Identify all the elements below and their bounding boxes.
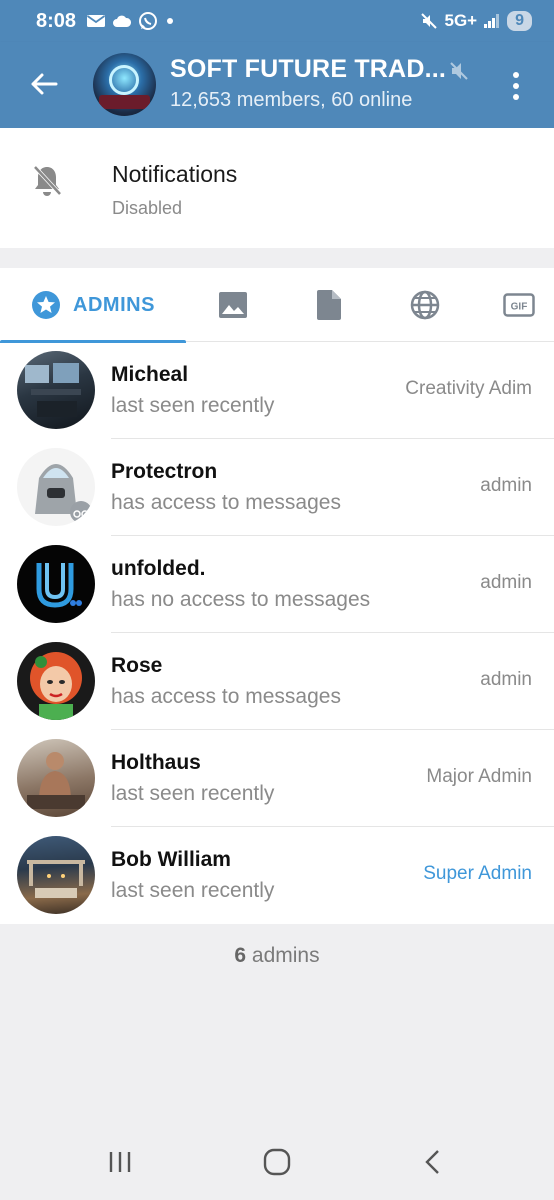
home-button[interactable] [257,1146,297,1178]
admin-row[interactable]: Rose has access to messages admin [0,633,554,730]
group-avatar[interactable] [93,53,156,116]
avatar [17,739,95,817]
tab-media[interactable] [200,268,266,342]
avatar [17,545,95,623]
tab-links[interactable] [392,268,458,342]
status-time: 8:08 [36,9,77,32]
shared-content-card: ADMINS GIF Micheal last seen recently Cr… [0,268,554,924]
admin-status: last seen recently [111,394,275,417]
group-title[interactable]: SOFT FUTURE TRAD... [170,55,446,84]
group-member-count: 12,653 members, 60 online [170,89,413,111]
recent-apps-button[interactable] [100,1146,140,1178]
mute-status-icon [421,13,438,29]
signal-icon [484,14,500,28]
admin-name: unfolded. [111,557,206,580]
chevron-left-icon [425,1150,439,1174]
admin-list: Micheal last seen recently Creativity Ad… [0,342,554,924]
admin-count: 6 admins [0,944,554,968]
status-notification-icons [86,11,176,31]
mail-icon [87,15,106,27]
notifications-title: Notifications [112,161,238,187]
admin-rank: admin [480,475,532,496]
admin-name: Bob William [111,848,231,871]
notifications-status: Disabled [112,198,183,218]
admin-status: last seen recently [111,879,275,902]
admin-row[interactable]: unfolded. has no access to messages admi… [0,536,554,633]
notifications-row[interactable]: Notifications Disabled [0,128,554,248]
avatar [17,448,95,526]
muted-speaker-icon [450,62,468,80]
admin-status: has no access to messages [111,588,371,611]
home-icon [263,1148,291,1176]
admin-status: has access to messages [111,491,341,514]
tab-files[interactable] [296,268,362,342]
admin-status: last seen recently [111,782,275,805]
globe-icon [410,290,440,320]
avatar [17,351,95,429]
chat-header: SOFT FUTURE TRAD... 12,653 members, 60 o… [0,42,554,128]
image-icon [219,292,247,318]
svg-text:GIF: GIF [511,302,528,313]
avatar [17,642,95,720]
tab-admins[interactable]: ADMINS [0,268,186,343]
recents-icon [109,1152,131,1172]
gif-icon: GIF [503,293,535,317]
dot-icon [167,18,174,24]
more-options-button[interactable] [502,66,530,106]
admin-name: Protectron [111,460,218,483]
admin-rank: Creativity Adim [405,378,532,399]
arrow-left-icon [31,73,58,95]
avatar [17,836,95,914]
status-bar: 8:08 5G+ 9 [0,0,554,42]
admin-rank: admin [480,572,532,593]
whatsapp-icon [139,12,158,30]
admin-status: has access to messages [111,685,341,708]
admin-row[interactable]: Micheal last seen recently Creativity Ad… [0,342,554,439]
admin-rank: admin [480,669,532,690]
admin-count-label: admins [246,944,320,967]
admin-row[interactable]: Holthaus last seen recently Major Admin [0,730,554,827]
admin-row[interactable]: Protectron has access to messages admin [0,439,554,536]
admin-name: Rose [111,654,163,677]
tab-bar: ADMINS GIF [0,268,554,343]
admin-name: Holthaus [111,751,201,774]
tab-admins-label: ADMINS [73,293,155,316]
file-icon [317,290,341,320]
star-circle-icon [32,291,61,319]
battery-indicator: 9 [507,11,532,31]
bell-off-icon [33,165,62,196]
admin-rank: Major Admin [426,766,532,787]
back-button[interactable] [24,64,64,104]
system-nav-bar [0,1130,554,1200]
network-label: 5G+ [444,11,478,30]
admin-row[interactable]: Bob William last seen recently Super Adm… [0,827,554,924]
cloud-icon [113,15,132,27]
system-back-button[interactable] [412,1146,452,1178]
status-system-icons: 5G+ 9 [420,11,532,31]
admin-name: Micheal [111,363,189,386]
admin-rank: Super Admin [423,863,532,884]
admin-count-number: 6 [234,944,247,967]
tab-gifs[interactable]: GIF [486,268,552,342]
